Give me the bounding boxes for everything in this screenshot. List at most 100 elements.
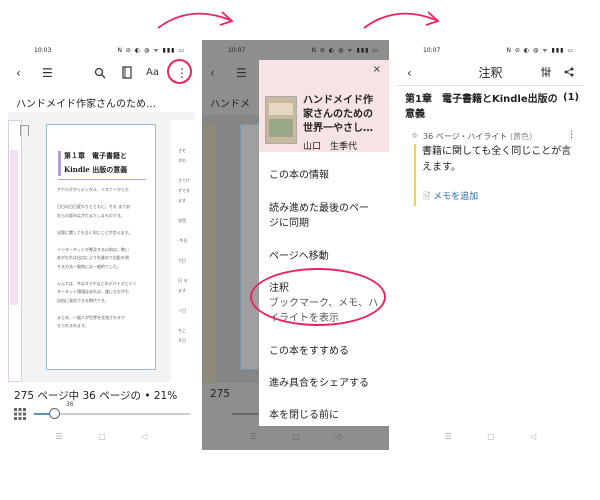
page-text-line: インターネットが普及する以前は、数い — [57, 246, 129, 252]
menu-book-author: 山口 生季代 — [303, 142, 358, 152]
page-text-line: アナログからデジタル、リスナーから大 — [57, 187, 129, 192]
highlight-circle-annotations — [250, 268, 386, 326]
highlight-text-line1: 書籍に関しても全く同じことが言 — [422, 146, 572, 157]
menu-book-title: ハンドメイド作 家さんのための 世界一やさし… — [303, 94, 373, 136]
highlight-meta: 36 ページ・ハイライト (黄色) — [423, 131, 532, 142]
menu-book-title-line: 世界一やさし… — [303, 123, 373, 134]
side-page-text-line: ずの — [178, 158, 186, 163]
menu-book-title-line: 家さんのための — [303, 109, 373, 120]
status-icons: N ⊘ ◐ ◍ ᯤ ▮▮▮ ▭ — [117, 47, 185, 54]
back-arrow-icon: ‹ — [210, 66, 215, 80]
menu-item-recommend[interactable]: この本をすすめる — [269, 344, 349, 359]
annotations-header: 注釈 — [478, 66, 503, 80]
step-arrow-2-icon — [363, 11, 440, 29]
android-nav-bar: ☰ ▢ ◁ — [202, 422, 389, 450]
highlight-color-label: (黄色) — [509, 132, 533, 141]
side-page-text-line: :今日 — [178, 238, 188, 243]
book-cover — [265, 96, 297, 144]
android-nav-bar: ☰ ▢ ◁ — [8, 422, 195, 450]
status-bar: 10:07 N ⊘ ◐ ◍ ᯤ ▮▮▮ ▭ — [202, 40, 389, 60]
nav-menu-icon[interactable]: ☰ — [250, 432, 257, 441]
dimmed-prev-page — [204, 124, 216, 382]
highlight-color-bar — [414, 144, 416, 206]
side-page-text-line: で日 — [178, 258, 186, 263]
side-page-text-line: さそ — [178, 148, 186, 153]
side-page-text-line: そ日 — [178, 338, 186, 343]
nav-back-icon[interactable]: ◁ — [141, 432, 147, 441]
back-arrow-icon[interactable]: ‹ — [16, 66, 21, 80]
header-divider — [397, 85, 584, 86]
dimmed-book-title: ハンドメ — [210, 99, 250, 110]
nav-home-icon[interactable]: ▢ — [98, 432, 106, 441]
page-text-line: 自由に発信できる時代です。 — [57, 297, 109, 303]
highlight-text-line2: えます。 — [422, 162, 461, 173]
filter-icon[interactable] — [541, 67, 551, 77]
status-icons: N ⊘ ◐ ◍ ᯤ ▮▮▮ ▭ — [506, 47, 574, 54]
annotation-count: (1) — [563, 92, 580, 103]
prev-page-highlight — [10, 150, 18, 305]
nav-back-icon[interactable]: ◁ — [335, 432, 341, 441]
star-icon[interactable]: ☆ — [411, 131, 418, 140]
menu-item-sync-line2: ジに同期 — [269, 218, 309, 229]
toc-list-icon: ☰ — [236, 66, 247, 80]
menu-item-share-progress[interactable]: 進み具合をシェアする — [269, 376, 369, 391]
highlight-text[interactable]: 書籍に関しても全く同じことが言 えます。 — [422, 144, 571, 176]
menu-item-book-info[interactable]: この本の情報 — [269, 168, 329, 183]
annotations-screen: 10:07 N ⊘ ◐ ◍ ᯤ ▮▮▮ ▭ ‹ 注釈 第1章 電子書籍とKind… — [397, 40, 584, 450]
status-bar: 10:03 N ⊘ ◐ ◍ ᯤ ▮▮▮ ▭ — [8, 40, 195, 60]
nav-menu-icon[interactable]: ☰ — [445, 432, 452, 441]
toc-list-icon[interactable]: ☰ — [42, 66, 53, 80]
nav-home-icon[interactable]: ▢ — [292, 432, 300, 441]
chapter-title-line1: 第1章 電子書籍とKindle出版の — [405, 94, 558, 105]
dimmed-slider — [232, 413, 262, 415]
side-page-text-line: ずです — [178, 188, 190, 193]
page-text-line: ゃんでは、今はスマホなどのデバイスとイン — [57, 280, 137, 286]
nav-menu-icon[interactable]: ☰ — [56, 432, 63, 441]
font-settings-icon[interactable]: Aa — [146, 66, 159, 80]
add-memo-link[interactable]: 🗎 メモを追加 — [423, 189, 478, 205]
page-text-line: 出版に関しても全く同じことが言えます。 — [57, 229, 133, 235]
menu-item-sync[interactable]: 読み進めた最後のペー ジに同期 — [269, 201, 369, 231]
options-menu: × ハンドメイド作 家さんのための 世界一やさし… 山口 生季代 この本の情報 … — [259, 60, 389, 426]
step-arrow-1-icon — [157, 11, 234, 29]
page-text-line: せられるれます。 — [57, 323, 89, 328]
slider-value: 36 — [66, 401, 74, 408]
chapter-title-line2: 意義 — [405, 109, 425, 120]
menu-item-goto-page[interactable]: ページへ移動 — [269, 249, 329, 264]
book-view-icon[interactable] — [122, 66, 132, 79]
reading-progress: 275 ページ中 36 ページの • 21% — [14, 390, 178, 402]
page-text-line: ターネット環境はあれば、誰にもかがも — [57, 289, 129, 294]
side-page-text-line: 日 ヨ — [178, 278, 188, 283]
side-page-text-line: さてけ — [178, 178, 190, 183]
status-time: 10:07 — [423, 46, 441, 54]
book-title: ハンドメイド作家さんのため… — [16, 99, 156, 110]
share-icon[interactable] — [564, 67, 574, 77]
bookmark-icon[interactable] — [20, 125, 29, 136]
page-text-line: する方法一般的には一般的でした。 — [57, 263, 121, 269]
more-options-icon[interactable]: ⋮ — [567, 130, 576, 140]
highlight-circle-menu — [167, 59, 192, 84]
side-page-text-line: ソ日 — [178, 308, 186, 313]
dimmed-current-page — [240, 124, 260, 370]
nav-home-icon[interactable]: ▢ — [487, 432, 495, 441]
chapter-underline — [58, 179, 146, 180]
close-icon[interactable]: × — [373, 64, 381, 75]
menu-item-before-close[interactable]: 本を閉じる前に — [269, 408, 339, 423]
memo-icon: 🗎 — [423, 192, 431, 202]
page-text-line: れらの部分はがたまたしまものです。 — [57, 212, 125, 218]
add-memo-label: メモを追加 — [433, 192, 479, 202]
status-bar: 10:07 N ⊘ ◐ ◍ ᯤ ▮▮▮ ▭ — [397, 40, 584, 60]
chapter-accent-bar — [58, 151, 61, 176]
nav-back-icon[interactable]: ◁ — [530, 432, 536, 441]
search-icon[interactable] — [94, 67, 106, 79]
grid-view-icon[interactable] — [14, 408, 26, 420]
page-slider-thumb[interactable] — [48, 408, 60, 419]
chapter-title: 第1章 電子書籍とKindle出版の 意義 — [405, 92, 558, 122]
highlight-location: 36 ページ・ハイライト — [423, 132, 508, 141]
side-page-text-line: ます — [178, 288, 186, 293]
menu-book-title-line: ハンドメイド作 — [303, 95, 373, 106]
current-page[interactable]: 第１章 電子書籍と Kindle 出版の意義 アナログからデジタル、リスナーから… — [46, 124, 156, 370]
menu-screen: 10:07 N ⊘ ◐ ◍ ᯤ ▮▮▮ ▭ ‹ ☰ ハンドメ 275 × ハンド… — [202, 40, 389, 450]
status-icons: N ⊘ ◐ ◍ ᯤ ▮▮▮ ▭ — [311, 47, 379, 54]
reader-screen: 10:03 N ⊘ ◐ ◍ ᯤ ▮▮▮ ▭ ‹ ☰ Aa ⋮ ハンドメイド作家さ… — [8, 40, 195, 450]
